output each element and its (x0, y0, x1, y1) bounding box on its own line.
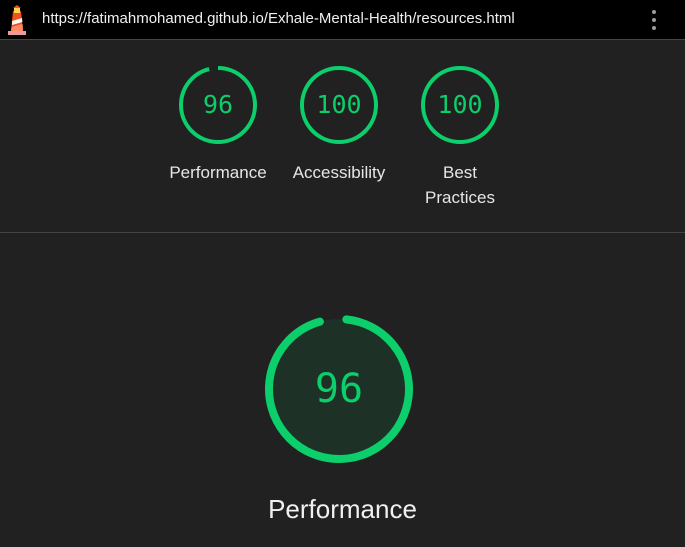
page-url[interactable]: https://fatimahmohamed.github.io/Exhale-… (42, 10, 515, 27)
gauge-score: 96 (203, 90, 233, 119)
gauge-score: 100 (316, 90, 361, 119)
gauge-best-practices[interactable]: 100 Best Practices (410, 64, 510, 207)
gauge-accessibility[interactable]: 100 Accessibility (289, 64, 389, 188)
top-bar: https://fatimahmohamed.github.io/Exhale-… (0, 0, 685, 40)
gauge-performance[interactable]: 96 Performance (168, 64, 268, 188)
gauge-label: Best Practices (425, 163, 495, 207)
main-score: 96 (315, 366, 363, 412)
gauge-label: Accessibility (292, 163, 386, 182)
gauge-label: Performance (169, 163, 267, 182)
more-vert-icon[interactable] (645, 8, 663, 32)
gauge-score: 100 (437, 90, 482, 119)
score-summary: 96 Performance 100 Accessibility 100 Bes… (0, 40, 685, 233)
lighthouse-icon (8, 5, 26, 35)
main-category-title: Performance (268, 494, 417, 524)
gauge-ring: 100 (300, 66, 378, 144)
gauge-ring: 100 (421, 66, 499, 144)
gauge-ring-large: 96 (265, 315, 413, 463)
gauge-ring: 96 (179, 66, 257, 144)
